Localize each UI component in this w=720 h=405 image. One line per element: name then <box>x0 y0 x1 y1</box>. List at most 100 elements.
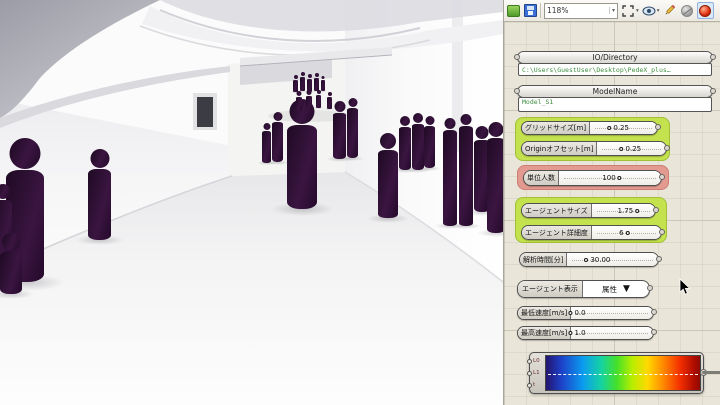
slider-value: 100 <box>602 174 615 182</box>
agent-head <box>425 116 434 125</box>
agent-body <box>424 126 435 168</box>
save-file-icon[interactable] <box>523 4 537 18</box>
io-directory-panel-value[interactable]: C:\Users\GuestUser\Desktop\PedeX_plus… <box>518 63 712 76</box>
preview-eye-icon[interactable] <box>642 4 656 18</box>
model-name-text: Model_S1 <box>522 98 553 106</box>
slider-label: 単位人数 <box>524 171 559 185</box>
slider-analysis-time[interactable]: 解析時間[分] 30.00 <box>519 252 659 267</box>
mouse-cursor <box>679 278 691 296</box>
slider-knob[interactable] <box>618 176 622 180</box>
slider-agent-detail[interactable]: エージェント詳細度 6 <box>521 225 662 240</box>
sketch-pencil-icon[interactable] <box>663 4 677 18</box>
slider-knob[interactable] <box>620 147 624 151</box>
output-port[interactable] <box>655 124 661 130</box>
agent-figure <box>347 98 358 158</box>
slider-value: 0.25 <box>626 145 642 153</box>
agent-figure <box>300 72 305 91</box>
io-directory-title: IO/Directory <box>592 53 637 62</box>
chevron-down-icon[interactable]: ▾ <box>609 7 615 14</box>
slider-grid-size[interactable]: グリッドサイズ[m] 0.25 <box>521 121 658 135</box>
dropdown-selected-value[interactable]: 属性 ▼ <box>583 281 649 297</box>
output-port[interactable] <box>651 309 657 315</box>
slider-track[interactable]: 100 <box>559 171 661 185</box>
output-port[interactable] <box>647 285 653 291</box>
input-port[interactable] <box>527 359 532 364</box>
agent-display-dropdown[interactable]: エージェント表示 属性 ▼ <box>517 280 650 298</box>
slider-value: 0.25 <box>613 124 629 132</box>
agent-head <box>413 113 423 123</box>
output-port[interactable] <box>656 256 662 262</box>
slider-track[interactable]: 30.00 <box>567 253 658 266</box>
preview-shaded-icon[interactable] <box>697 2 714 19</box>
output-port[interactable] <box>659 174 665 180</box>
grasshopper-canvas[interactable]: 118% ▾ ▾ ▾ IO/Directory <box>503 0 720 405</box>
agent-head <box>380 133 396 149</box>
agent-head <box>328 92 332 96</box>
dropdown-value-text: 属性 <box>602 284 617 295</box>
agent-body <box>272 122 283 162</box>
wire <box>702 371 720 374</box>
agent-figure <box>287 99 317 209</box>
agent-figure <box>378 133 398 218</box>
input-port[interactable] <box>527 383 532 388</box>
slider-track[interactable]: 6 <box>592 226 661 239</box>
input-port[interactable] <box>527 371 532 376</box>
slider-track[interactable]: 1.0 <box>571 327 653 339</box>
agent-head <box>297 91 302 96</box>
slider-min-speed[interactable]: 最低速度[m/s] 0.0 <box>517 306 654 320</box>
output-port[interactable] <box>710 54 716 60</box>
slider-track[interactable]: 1.75 <box>592 204 655 217</box>
agent-head <box>90 149 109 168</box>
zoom-extents-icon[interactable] <box>621 4 635 18</box>
agent-figure <box>412 113 424 170</box>
zoom-level-combo[interactable]: 118% ▾ <box>544 3 618 19</box>
slider-agent-size[interactable]: エージェントサイズ 1.75 <box>521 203 656 218</box>
input-port[interactable] <box>514 88 520 94</box>
agent-body <box>306 96 312 111</box>
agent-head <box>322 76 325 79</box>
open-file-icon[interactable] <box>506 4 520 18</box>
slider-label: 解析時間[分] <box>520 253 567 266</box>
slider-unit-people[interactable]: 単位人数 100 <box>523 170 662 186</box>
agent-body <box>378 150 398 218</box>
agent-body <box>262 131 271 163</box>
agent-figure <box>443 118 457 226</box>
slider-knob[interactable] <box>626 231 630 235</box>
agent-head <box>445 118 456 129</box>
output-port[interactable] <box>664 145 670 151</box>
slider-knob[interactable] <box>635 209 639 213</box>
output-port[interactable] <box>653 207 659 213</box>
agent-body <box>347 108 358 158</box>
gradient-component[interactable]: L0 L1 t <box>529 352 704 394</box>
output-port[interactable] <box>659 229 665 235</box>
rhino-viewport[interactable] <box>0 0 503 405</box>
slider-value: 30.00 <box>590 256 610 264</box>
agent-head <box>2 233 20 251</box>
slider-knob[interactable] <box>584 258 588 262</box>
agent-figure <box>293 75 298 92</box>
agent-body <box>321 80 325 91</box>
slider-max-speed[interactable]: 最高速度[m/s] 1.0 <box>517 326 654 340</box>
slider-track[interactable]: 0.0 <box>571 307 653 319</box>
slider-knob[interactable] <box>568 331 572 335</box>
gradient-inputs: L0 L1 t <box>530 353 543 393</box>
agent-figure <box>459 114 473 226</box>
input-port[interactable] <box>514 54 520 60</box>
gradient-bar[interactable] <box>545 355 701 391</box>
agent-figure <box>0 233 22 294</box>
slider-label: 最低速度[m/s] <box>518 307 571 319</box>
model-name-panel-value[interactable]: Model_S1 <box>518 97 712 112</box>
agent-body <box>412 124 424 170</box>
chevron-down-icon[interactable]: ▾ <box>636 8 639 14</box>
chevron-down-icon[interactable]: ▾ <box>657 8 660 14</box>
slider-knob[interactable] <box>568 311 572 315</box>
output-port[interactable] <box>710 88 716 94</box>
slider-track[interactable]: 0.25 <box>590 122 657 134</box>
output-port[interactable] <box>651 329 657 335</box>
slider-knob[interactable] <box>607 126 611 130</box>
slider-track[interactable]: 0.25 <box>597 142 666 155</box>
preview-off-icon[interactable] <box>680 4 694 18</box>
agent-body <box>487 138 503 233</box>
dropdown-arrow-icon[interactable]: ▼ <box>623 284 630 294</box>
slider-origin-offset[interactable]: Originオフセット[m] 0.25 <box>521 141 667 156</box>
